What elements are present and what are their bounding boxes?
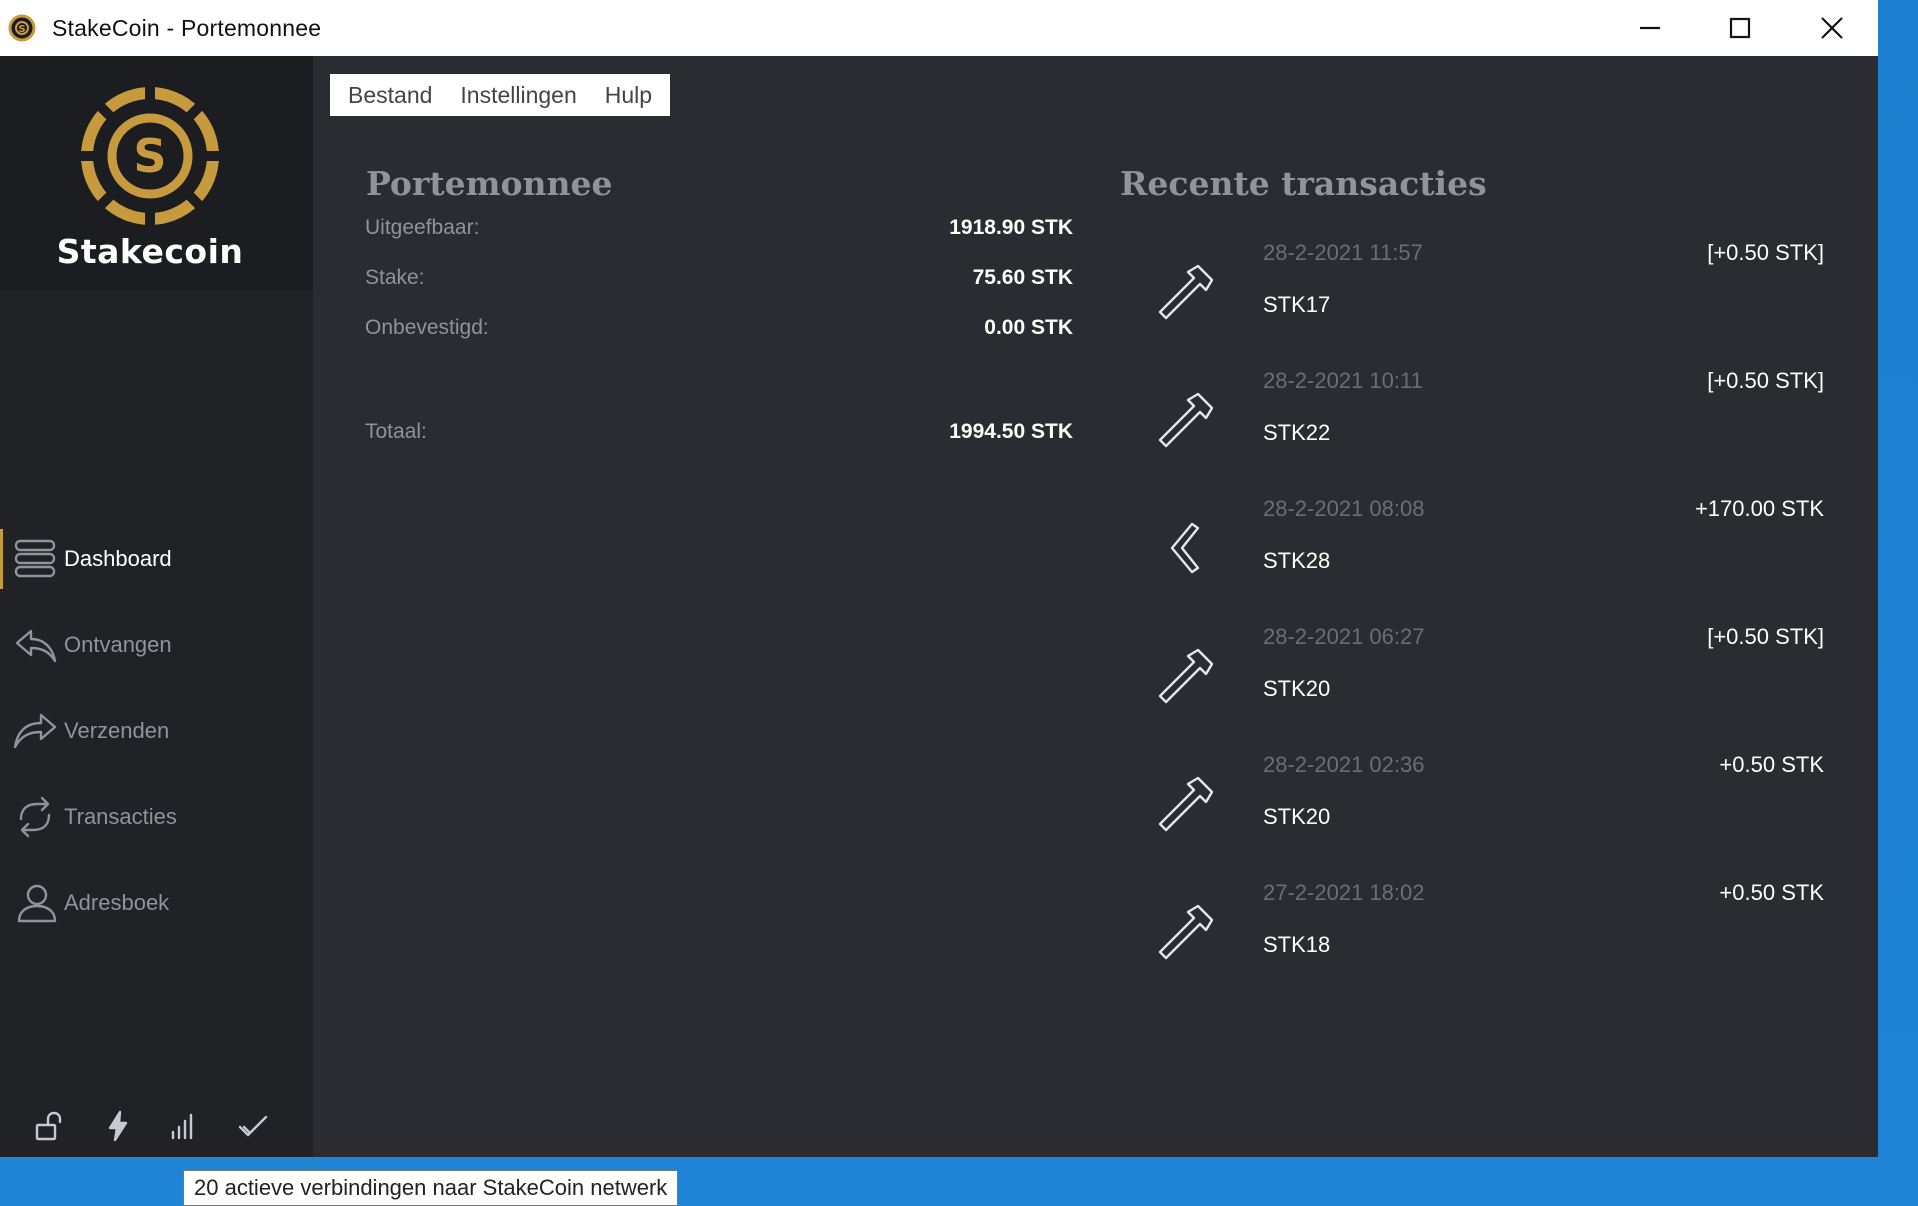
spendable-value: 1918.90 STK	[949, 216, 1073, 239]
lock-open-icon[interactable]	[28, 1106, 68, 1146]
transaction-amount: +0.50 STK	[1719, 880, 1824, 905]
transaction-address: STK18	[1263, 932, 1331, 957]
dashboard-icon	[12, 536, 58, 582]
sidebar-item-label: Ontvangen	[64, 632, 172, 657]
svg-text:S: S	[18, 24, 25, 35]
window-title: StakeCoin - Portemonnee	[52, 14, 322, 41]
mined-hammer-icon	[1148, 254, 1224, 330]
transactions-icon	[12, 794, 58, 840]
spendable-label: Uitgeefbaar:	[365, 216, 480, 239]
wallet-section-title: Portemonnee	[366, 164, 613, 203]
total-label: Totaal:	[365, 420, 427, 443]
address-book-icon	[12, 880, 58, 926]
mined-hammer-icon	[1148, 382, 1224, 458]
stake-label: Stake:	[365, 266, 425, 289]
title-bar[interactable]: S StakeCoin - Portemonnee	[0, 0, 1878, 56]
stakecoin-logo-icon: S	[80, 86, 220, 226]
connections-signal-icon[interactable]	[163, 1106, 203, 1146]
sidebar-item-label: Adresboek	[64, 890, 170, 915]
transaction-amount: [+0.50 STK]	[1707, 240, 1824, 265]
transaction-address: STK20	[1263, 676, 1331, 701]
unconfirmed-value: 0.00 STK	[984, 316, 1073, 339]
transaction-address: STK17	[1263, 292, 1331, 317]
transaction-amount: +0.50 STK	[1719, 752, 1824, 777]
maximize-icon	[1729, 17, 1751, 39]
menu-hulp[interactable]: Hulp	[591, 82, 666, 109]
sidebar-item-ontvangen[interactable]: Ontvangen	[0, 615, 313, 675]
menu-bar: Bestand Instellingen Hulp	[330, 74, 671, 116]
transaction-address: STK20	[1263, 804, 1331, 829]
synced-check-icon[interactable]	[233, 1106, 273, 1146]
sidebar-item-dashboard[interactable]: Dashboard	[0, 529, 316, 589]
unconfirmed-label: Onbevestigd:	[365, 316, 489, 339]
recent-transactions-title: Recente transacties	[1120, 164, 1487, 203]
transaction-row[interactable]: 27-2-2021 18:02 STK18 +0.50 STK	[1140, 880, 1840, 990]
menu-instellingen[interactable]: Instellingen	[446, 82, 590, 109]
transaction-row[interactable]: 28-2-2021 10:11 STK22 [+0.50 STK]	[1140, 368, 1840, 478]
total-value: 1994.50 STK	[949, 420, 1073, 443]
connections-tooltip: 20 actieve verbindingen naar StakeCoin n…	[183, 1170, 679, 1206]
app-logo-icon: S	[8, 14, 36, 42]
mined-hammer-icon	[1148, 638, 1224, 714]
transaction-date: 28-2-2021 10:11	[1263, 368, 1423, 393]
svg-text:S: S	[133, 129, 166, 183]
sidebar-item-adresboek[interactable]: Adresboek	[0, 873, 313, 933]
transaction-date: 28-2-2021 02:36	[1263, 752, 1425, 777]
mined-hammer-icon	[1148, 766, 1224, 842]
sidebar-item-transacties[interactable]: Transacties	[0, 787, 313, 847]
minimize-button[interactable]	[1605, 0, 1695, 56]
send-icon	[12, 708, 58, 754]
close-button[interactable]	[1787, 0, 1877, 56]
status-bar	[0, 1106, 313, 1150]
minimize-icon	[1640, 26, 1660, 30]
sidebar-item-label: Transacties	[64, 804, 177, 829]
transaction-row[interactable]: 28-2-2021 06:27 STK20 [+0.50 STK]	[1140, 624, 1840, 734]
transaction-date: 27-2-2021 18:02	[1263, 880, 1425, 905]
sidebar-item-verzenden[interactable]: Verzenden	[0, 701, 313, 761]
transaction-date: 28-2-2021 08:08	[1263, 496, 1425, 521]
sidebar: S Stakecoin Dashboard Ontvangen Verzende…	[0, 56, 313, 1157]
sidebar-item-label: Dashboard	[64, 546, 172, 571]
stake-value: 75.60 STK	[972, 266, 1073, 289]
brand-area: S Stakecoin	[0, 56, 313, 290]
sidebar-item-label: Verzenden	[64, 718, 170, 743]
transaction-address: STK28	[1263, 548, 1331, 573]
transaction-amount: +170.00 STK	[1694, 496, 1824, 521]
received-chevron-icon	[1148, 510, 1224, 586]
transaction-date: 28-2-2021 11:57	[1263, 240, 1423, 265]
menu-bestand[interactable]: Bestand	[334, 82, 446, 109]
brand-name: Stakecoin	[56, 232, 244, 271]
receive-icon	[12, 622, 58, 668]
transaction-row[interactable]: 28-2-2021 11:57 STK17 [+0.50 STK]	[1140, 240, 1840, 350]
transaction-amount: [+0.50 STK]	[1707, 368, 1824, 393]
transaction-row[interactable]: 28-2-2021 08:08 STK28 +170.00 STK	[1140, 496, 1840, 606]
mined-hammer-icon	[1148, 894, 1224, 970]
maximize-button[interactable]	[1695, 0, 1785, 56]
wallet-window: S StakeCoin - Portemonnee S Stakecoin Da…	[0, 0, 1878, 1157]
transaction-row[interactable]: 28-2-2021 02:36 STK20 +0.50 STK	[1140, 752, 1840, 862]
transaction-amount: [+0.50 STK]	[1707, 624, 1824, 649]
transaction-address: STK22	[1263, 420, 1331, 445]
staking-bolt-icon[interactable]	[98, 1106, 138, 1146]
close-icon	[1821, 17, 1843, 39]
transaction-date: 28-2-2021 06:27	[1263, 624, 1425, 649]
